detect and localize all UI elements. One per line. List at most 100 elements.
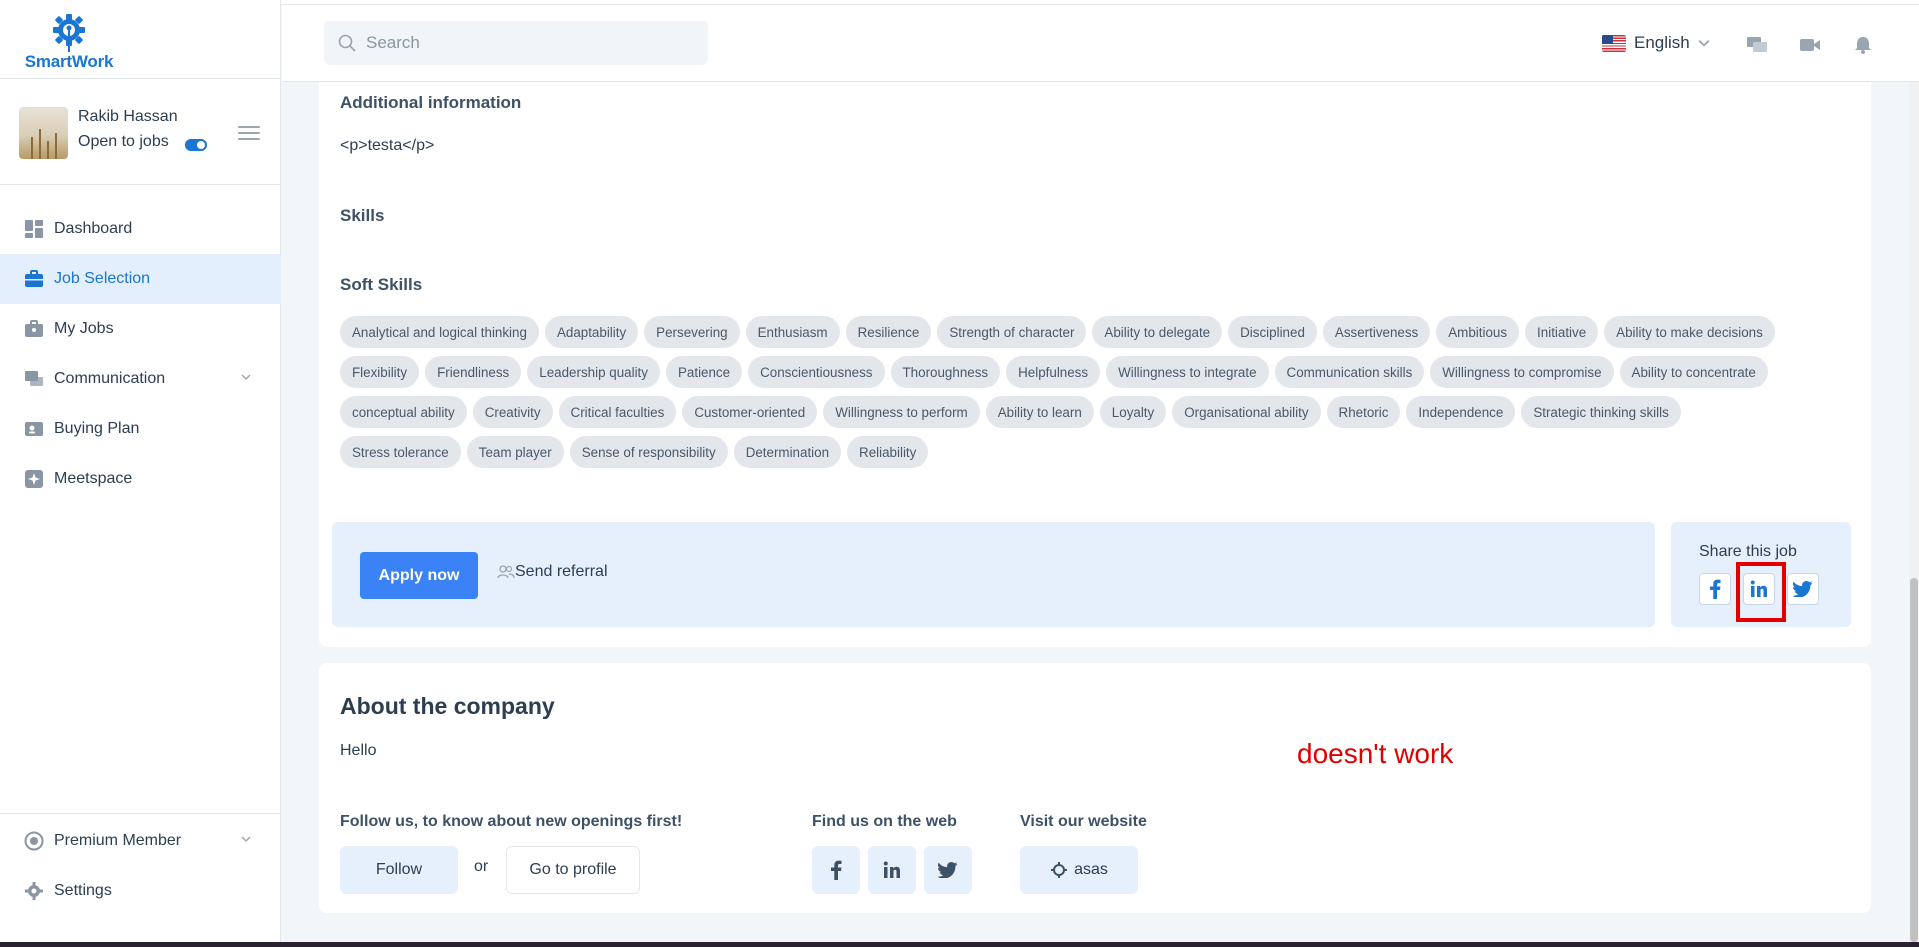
sidebar-item-settings[interactable]: Settings [0,866,281,916]
language-label: English [1634,33,1690,52]
skill-chip: Determination [733,436,842,468]
bell-icon[interactable] [1852,36,1874,54]
skill-chip: Stress tolerance [340,436,461,468]
facebook-icon [1710,579,1721,599]
company-twitter-button[interactable] [924,846,972,894]
language-selector[interactable]: English [1602,33,1710,53]
sidebar-item-meetspace[interactable]: Meetspace [0,454,281,504]
additional-info-text: <p>testa</p> [340,137,435,154]
sidebar-item-job-selection[interactable]: Job Selection [0,254,281,304]
share-facebook-button[interactable] [1699,573,1731,605]
skill-chip: Sense of responsibility [569,436,728,468]
share-title: Share this job [1699,543,1797,560]
taskbar-edge [0,942,1919,947]
skill-row: Analytical and logical thinking Adaptabil… [340,316,1860,348]
sidebar-item-dashboard[interactable]: Dashboard [0,204,281,254]
sidebar-item-label: Meetspace [54,470,133,487]
visit-website-button[interactable]: asas [1020,846,1138,894]
skill-chip: Conscientiousness [748,356,885,388]
sidebar-item-my-jobs[interactable]: My Jobs [0,304,281,354]
jobs-bag-icon [24,319,44,339]
scrollbar-thumb[interactable] [1910,578,1918,942]
search-box[interactable] [324,21,708,65]
skill-chip: Ability to learn [985,396,1094,428]
divider [0,78,281,79]
skill-chip: Flexibility [340,356,420,388]
follow-title: Follow us, to know about new openings fi… [340,813,683,830]
open-to-jobs-toggle[interactable] [185,139,207,151]
sidebar-item-label: Buying Plan [54,420,140,437]
messages-icon[interactable] [1746,36,1768,54]
menu-icon[interactable] [238,126,260,140]
globe-gear-icon [1051,862,1068,878]
app-logo[interactable]: SmartWork [19,12,119,74]
about-company-text: Hello [340,742,377,759]
skill-chip: Ability to make decisions [1604,316,1775,348]
skill-chip: Thoroughness [890,356,1001,388]
skill-chip: Patience [665,356,743,388]
skill-row: Stress tolerance Team player Sense of resp… [340,436,1860,468]
skill-chip: Helpfulness [1006,356,1101,388]
company-linkedin-button[interactable] [868,846,916,894]
logo-gear-icon [53,14,85,52]
or-separator: or [474,858,489,875]
go-to-profile-button[interactable]: Go to profile [506,846,640,894]
skill-chip: Creativity [472,396,553,428]
company-facebook-button[interactable] [812,846,860,894]
skill-chip: Strength of character [937,316,1087,348]
skill-chip: Leadership quality [527,356,660,388]
chevron-down-icon[interactable] [241,834,251,844]
skill-chip: Loyalty [1099,396,1167,428]
buying-plan-icon [24,419,44,439]
follow-button[interactable]: Follow [340,846,458,894]
soft-skills-title: Soft Skills [340,275,423,294]
about-company-title: About the company [340,693,555,719]
highlight-annotation-box [1736,562,1786,622]
sidebar-item-buying-plan[interactable]: Buying Plan [0,404,281,454]
video-icon[interactable] [1799,36,1821,54]
us-flag-icon [1602,34,1626,52]
gear-icon [24,881,44,901]
profile-status: Open to jobs [78,133,169,150]
find-us-title: Find us on the web [812,813,957,830]
search-icon [338,34,356,52]
skill-row: conceptual ability Creativity Critical fac… [340,396,1860,428]
skill-chip: Willingness to compromise [1430,356,1614,388]
website-label: asas [1074,861,1108,878]
visit-website-title: Visit our website [1020,813,1147,830]
sidebar: SmartWork Rakib Hassan Open to jobs Dash… [0,0,281,947]
apply-now-button[interactable]: Apply now [360,552,478,599]
skill-chip: Ability to delegate [1092,316,1223,348]
skill-chip: Disciplined [1228,316,1317,348]
sidebar-item-label: Communication [54,370,166,387]
skill-chip: Team player [466,436,564,468]
chevron-down-icon[interactable] [241,372,251,382]
twitter-icon [1793,581,1813,597]
skill-chip: Strategic thinking skills [1521,396,1681,428]
search-input[interactable] [366,33,686,53]
skills-title: Skills [340,206,385,225]
skill-chip: Organisational ability [1172,396,1321,428]
sidebar-item-label: Settings [54,882,112,899]
skill-chip: Initiative [1525,316,1599,348]
users-icon [497,565,515,579]
soft-skills-list: Analytical and logical thinking Adaptabil… [340,316,1860,476]
dashboard-icon [24,219,44,239]
avatar[interactable] [19,107,68,159]
skill-chip: Critical faculties [558,396,677,428]
share-twitter-button[interactable] [1787,573,1819,605]
divider [0,184,281,185]
skill-chip: Analytical and logical thinking [340,316,539,348]
user-profile: Rakib Hassan Open to jobs [19,105,264,165]
skill-chip: Reliability [847,436,929,468]
skill-chip: Willingness to integrate [1106,356,1269,388]
skill-chip: Enthusiasm [745,316,840,348]
facebook-icon [831,860,842,880]
send-referral-link[interactable]: Send referral [497,563,608,581]
sidebar-item-label: Job Selection [54,270,151,287]
linkedin-icon [883,861,900,878]
skill-chip: Rhetoric [1326,396,1401,428]
sidebar-item-premium-member[interactable]: Premium Member [0,816,281,866]
sidebar-item-communication[interactable]: Communication [0,354,281,404]
skill-chip: Ability to concentrate [1619,356,1768,388]
